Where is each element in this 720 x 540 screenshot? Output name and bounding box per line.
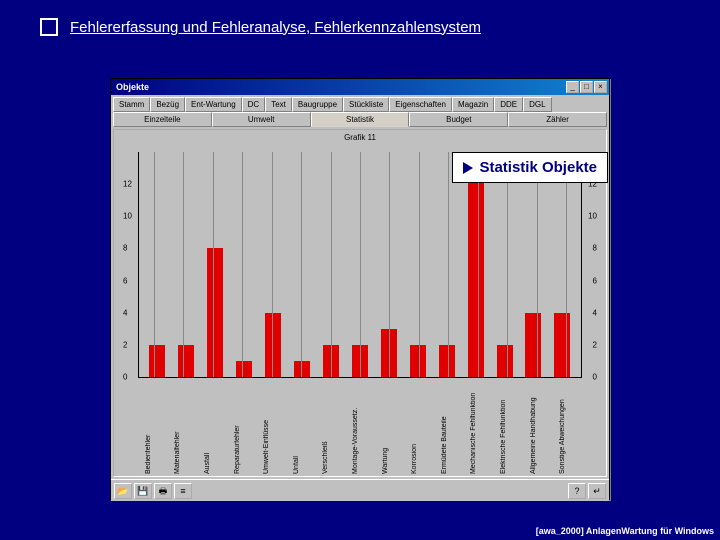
tab[interactable]: Budget bbox=[409, 112, 508, 127]
tab[interactable]: Magazin bbox=[452, 97, 494, 112]
exit-button[interactable]: ↵ bbox=[588, 483, 606, 499]
x-label: Mechanische Fehlfunktion bbox=[470, 380, 486, 474]
chart-bar bbox=[439, 345, 455, 377]
y-tick: 8 bbox=[123, 244, 127, 253]
x-label: Montage-Voraussetz. bbox=[352, 380, 368, 474]
config-button[interactable]: ≡ bbox=[174, 483, 192, 499]
tab[interactable]: DGL bbox=[523, 97, 551, 112]
tab[interactable]: Statistik bbox=[311, 112, 410, 127]
save-button[interactable]: 💾 bbox=[134, 483, 152, 499]
maximize-button[interactable]: □ bbox=[580, 81, 593, 93]
chart-bar bbox=[265, 313, 281, 377]
y-tick: 10 bbox=[588, 212, 597, 221]
chart-bar bbox=[236, 361, 252, 377]
tab[interactable]: Einzelteile bbox=[113, 112, 212, 127]
y-tick: 6 bbox=[123, 276, 127, 285]
x-label: Reparaturfehler bbox=[234, 380, 250, 474]
x-label: Sonstige Abweichungen bbox=[559, 380, 575, 474]
app-window: Objekte _ □ × StammBezügEnt-WartungDCTex… bbox=[110, 78, 610, 500]
x-label: Materialfehler bbox=[174, 380, 190, 474]
bottom-toolbar: 📂 💾 🖶 ≡ ? ↵ bbox=[111, 479, 609, 501]
x-label: Verschleiß bbox=[322, 380, 338, 474]
y-tick: 6 bbox=[593, 276, 597, 285]
tab[interactable]: DDE bbox=[494, 97, 523, 112]
open-button[interactable]: 📂 bbox=[114, 483, 132, 499]
chart-bar bbox=[525, 313, 541, 377]
window-controls: _ □ × bbox=[566, 81, 607, 93]
y-tick: 2 bbox=[123, 340, 127, 349]
x-label: Allgemeine Handhabung bbox=[530, 380, 546, 474]
tab[interactable]: Baugruppe bbox=[292, 97, 343, 112]
arrow-right-icon bbox=[463, 162, 473, 174]
slide-footer: [awa_2000] AnlagenWartung für Windows bbox=[536, 526, 714, 536]
chart-area: Grafik 11 Statistik Objekte 002244668810… bbox=[113, 129, 607, 477]
x-label: Unfall bbox=[293, 380, 309, 474]
chart-bar bbox=[554, 313, 570, 377]
x-label: Ausfall bbox=[204, 380, 220, 474]
x-label: Korrosion bbox=[411, 380, 427, 474]
x-label: Wartung bbox=[382, 380, 398, 474]
y-tick: 12 bbox=[123, 180, 132, 189]
x-label: Bedienfehler bbox=[145, 380, 161, 474]
chart-bar bbox=[207, 248, 223, 377]
x-label: Elektrische Fehlfunktion bbox=[500, 380, 516, 474]
y-tick: 8 bbox=[593, 244, 597, 253]
x-label: Ermüdete Bauteile bbox=[441, 380, 457, 474]
window-title: Objekte bbox=[113, 82, 149, 92]
tab[interactable]: Bezüg bbox=[150, 97, 185, 112]
tab[interactable]: DC bbox=[242, 97, 266, 112]
y-tick: 4 bbox=[123, 308, 127, 317]
tab-strip: StammBezügEnt-WartungDCTextBaugruppeStüc… bbox=[111, 95, 609, 127]
tab[interactable]: Umwelt bbox=[212, 112, 311, 127]
chart-plot: 002244668810101212 bbox=[138, 152, 582, 378]
close-button[interactable]: × bbox=[594, 81, 607, 93]
bullet-icon bbox=[40, 18, 58, 36]
y-tick: 10 bbox=[123, 212, 132, 221]
chart-bar bbox=[468, 152, 484, 377]
chart-title: Grafik 11 bbox=[344, 133, 376, 142]
chart-bar bbox=[294, 361, 310, 377]
callout-text: Statistik Objekte bbox=[479, 159, 597, 176]
chart-bar bbox=[149, 345, 165, 377]
callout-box: Statistik Objekte bbox=[452, 152, 608, 183]
chart-bar bbox=[497, 345, 513, 377]
x-label: Umwelt-Einflüsse bbox=[263, 380, 279, 474]
tab[interactable]: Stückliste bbox=[343, 97, 389, 112]
chart-bar bbox=[410, 345, 426, 377]
minimize-button[interactable]: _ bbox=[566, 81, 579, 93]
tab[interactable]: Ent-Wartung bbox=[185, 97, 242, 112]
slide-title-row: Fehlererfassung und Fehleranalyse, Fehle… bbox=[40, 18, 481, 36]
chart-bar bbox=[178, 345, 194, 377]
y-tick: 0 bbox=[593, 373, 597, 382]
tab[interactable]: Zähler bbox=[508, 112, 607, 127]
print-button[interactable]: 🖶 bbox=[154, 483, 172, 499]
slide-title: Fehlererfassung und Fehleranalyse, Fehle… bbox=[70, 19, 481, 36]
help-button[interactable]: ? bbox=[568, 483, 586, 499]
tab[interactable]: Stamm bbox=[113, 97, 150, 112]
tab[interactable]: Text bbox=[265, 97, 292, 112]
y-tick: 4 bbox=[593, 308, 597, 317]
window-titlebar[interactable]: Objekte _ □ × bbox=[111, 79, 609, 95]
y-tick: 2 bbox=[593, 340, 597, 349]
y-tick: 0 bbox=[123, 373, 127, 382]
tab[interactable]: Eigenschaften bbox=[389, 97, 452, 112]
x-axis-labels: Bedienfehler Materialfehler Ausfall Reparat… bbox=[138, 380, 582, 474]
